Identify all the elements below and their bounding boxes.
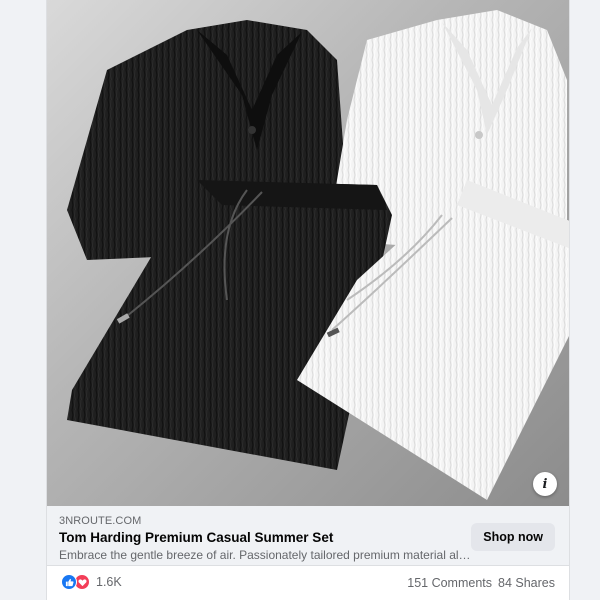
product-photo (67, 10, 569, 500)
ad-info-icon[interactable]: i (533, 472, 557, 496)
reactions-summary[interactable]: 1.6K (61, 574, 122, 590)
product-image[interactable]: i (47, 0, 569, 506)
ad-post-card: i 3NROUTE.COM Tom Harding Premium Casual… (46, 0, 570, 600)
page: i 3NROUTE.COM Tom Harding Premium Casual… (0, 0, 600, 600)
shares-count[interactable]: 84 Shares (498, 576, 555, 590)
like-icon (61, 574, 77, 590)
link-preview[interactable]: 3NROUTE.COM Tom Harding Premium Casual S… (47, 506, 569, 566)
link-description: Embrace the gentle breeze of air. Passio… (59, 548, 471, 562)
comments-count[interactable]: 151 Comments (407, 576, 492, 590)
post-stats: 151 Comments 84 Shares (407, 576, 555, 590)
black-button (248, 126, 256, 134)
reaction-count: 1.6K (96, 575, 122, 589)
link-title[interactable]: Tom Harding Premium Casual Summer Set (59, 530, 333, 545)
white-button (475, 131, 483, 139)
shop-now-button[interactable]: Shop now (471, 523, 555, 551)
link-domain: 3NROUTE.COM (59, 515, 142, 527)
engagement-bar: 1.6K 151 Comments 84 Shares (47, 566, 569, 600)
